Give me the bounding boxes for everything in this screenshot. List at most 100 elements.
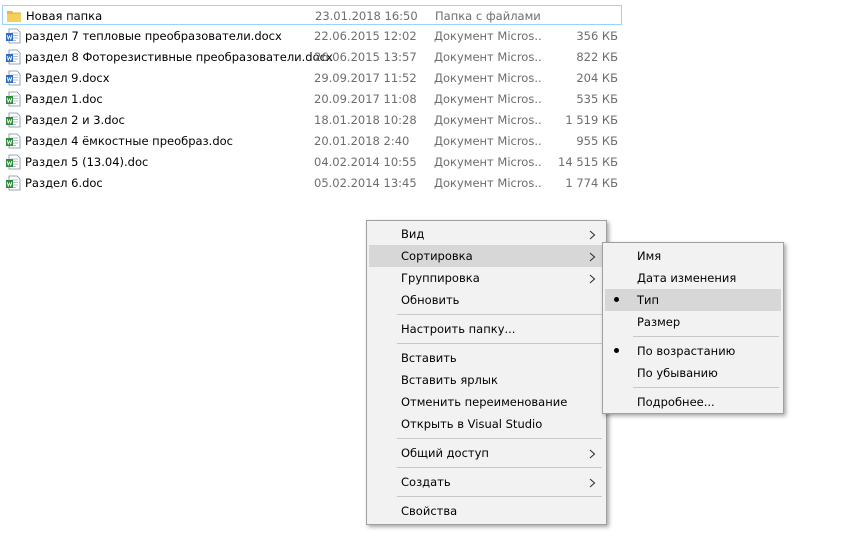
menu-separator (397, 343, 602, 344)
menu-item-label: Подробнее... (637, 395, 715, 409)
menu-item-дата-изменения[interactable]: Дата изменения (605, 267, 781, 289)
word-doc-icon (5, 154, 21, 170)
checked-bullet-icon (614, 348, 619, 353)
file-date: 05.02.2014 13:45 (314, 176, 417, 190)
file-size: 204 КБ (576, 71, 618, 85)
menu-separator (397, 467, 602, 468)
menu-item-label: Вставить (401, 351, 457, 365)
menu-item-обновить[interactable]: Обновить (369, 289, 604, 311)
chevron-right-icon (589, 229, 596, 240)
menu-item-вставить-ярлык[interactable]: Вставить ярлык (369, 369, 604, 391)
file-size: 535 КБ (576, 92, 618, 106)
menu-separator (633, 336, 779, 337)
menu-item-тип[interactable]: Тип (605, 289, 781, 311)
word-doc-icon (5, 133, 21, 149)
menu-item-по-возрастанию[interactable]: По возрастанию (605, 340, 781, 362)
file-row[interactable]: Раздел 9.docx 29.09.2017 11:52 Документ Mi… (2, 68, 622, 88)
file-name: Раздел 2 и 3.doc (25, 113, 125, 127)
context-menu: Вид Сортировка Группировка Обновить Настроит… (366, 220, 607, 525)
file-size: 1 519 КБ (565, 113, 618, 127)
menu-item-группировка[interactable]: Группировка (369, 267, 604, 289)
file-name: Раздел 1.doc (25, 92, 103, 106)
menu-item-настроить-папку[interactable]: Настроить папку... (369, 318, 604, 340)
file-row[interactable]: Раздел 4 ёмкостные преобраз.doc 20.01.201… (2, 131, 622, 151)
menu-item-label: Вставить ярлык (401, 373, 498, 387)
chevron-right-icon (589, 273, 596, 284)
file-row[interactable]: Раздел 6.doc 05.02.2014 13:45 Документ Mic… (2, 173, 622, 193)
file-name: раздел 7 тепловые преобразователи.docx (25, 29, 282, 43)
menu-item-общий-доступ[interactable]: Общий доступ (369, 442, 604, 464)
file-row[interactable]: раздел 7 тепловые преобразователи.docx 22… (2, 26, 622, 46)
menu-item-label: Настроить папку... (401, 322, 516, 336)
file-date: 23.01.2018 16:50 (315, 9, 418, 23)
menu-item-вид[interactable]: Вид (369, 223, 604, 245)
file-name: Раздел 6.doc (25, 176, 103, 190)
menu-item-вставить[interactable]: Вставить (369, 347, 604, 369)
file-type: Документ Micros... (434, 155, 542, 169)
file-row[interactable]: Раздел 1.doc 20.09.2017 11:08 Документ Mic… (2, 89, 622, 109)
word-doc-icon (5, 91, 21, 107)
file-date: 04.02.2014 10:55 (314, 155, 417, 169)
menu-item-отменить-переименование[interactable]: Отменить переименование (369, 391, 604, 413)
menu-item-создать[interactable]: Создать (369, 471, 604, 493)
menu-item-label: Обновить (401, 293, 460, 307)
file-date: 26.06.2015 13:57 (314, 50, 417, 64)
checked-bullet-icon (614, 297, 619, 302)
file-size: 822 КБ (576, 50, 618, 64)
file-size: 1 774 КБ (565, 176, 618, 190)
file-row[interactable]: Раздел 2 и 3.doc 18.01.2018 10:28 Документ… (2, 110, 622, 130)
menu-item-label: По убыванию (637, 366, 718, 380)
file-type: Документ Micros... (434, 71, 542, 85)
file-row[interactable]: Раздел 5 (13.04).doc 04.02.2014 10:55 Доку… (2, 152, 622, 172)
sort-submenu: Имя Дата изменения Тип Размер По возрастанию… (602, 242, 784, 414)
menu-item-label: Дата изменения (637, 271, 737, 285)
file-size: 356 КБ (576, 29, 618, 43)
file-type: Папка с файлами (435, 9, 541, 23)
menu-item-label: Размер (637, 315, 681, 329)
menu-item-размер[interactable]: Размер (605, 311, 781, 333)
file-date: 20.09.2017 11:08 (314, 92, 417, 106)
menu-item-label: Вид (401, 227, 425, 241)
menu-item-открыть-в-visual-studio[interactable]: Открыть в Visual Studio (369, 413, 604, 435)
word-docx-icon (5, 49, 21, 65)
menu-item-label: По возрастанию (637, 344, 736, 358)
file-type: Документ Micros... (434, 134, 542, 148)
file-type: Документ Micros... (434, 50, 542, 64)
word-docx-icon (5, 70, 21, 86)
menu-item-подробнее[interactable]: Подробнее... (605, 391, 781, 413)
file-row[interactable]: Новая папка 23.01.2018 16:50 Папка с файла… (2, 5, 622, 25)
menu-separator (397, 496, 602, 497)
file-type: Документ Micros... (434, 29, 542, 43)
file-type: Документ Micros... (434, 176, 542, 190)
menu-item-label: Группировка (401, 271, 480, 285)
menu-item-свойства[interactable]: Свойства (369, 500, 604, 522)
menu-item-label: Сортировка (401, 249, 473, 263)
menu-item-label: Создать (401, 475, 451, 489)
file-name: Новая папка (26, 9, 103, 23)
menu-separator (397, 438, 602, 439)
file-name: раздел 8 Фоторезистивные преобразователи… (25, 50, 333, 64)
word-docx-icon (5, 28, 21, 44)
file-date: 29.09.2017 11:52 (314, 71, 417, 85)
file-date: 22.06.2015 12:02 (314, 29, 417, 43)
file-name: Раздел 9.docx (25, 71, 110, 85)
file-row[interactable]: раздел 8 Фоторезистивные преобразователи… (2, 47, 622, 67)
menu-item-label: Открыть в Visual Studio (401, 417, 543, 431)
menu-item-по-убыванию[interactable]: По убыванию (605, 362, 781, 384)
menu-item-label: Отменить переименование (401, 395, 568, 409)
menu-item-label: Имя (637, 249, 662, 263)
file-date: 20.01.2018 2:40 (314, 134, 410, 148)
file-size: 955 КБ (576, 134, 618, 148)
file-size: 14 515 КБ (558, 155, 618, 169)
chevron-right-icon (589, 477, 596, 488)
word-doc-icon (5, 175, 21, 191)
folder-icon (6, 8, 22, 24)
menu-separator (633, 387, 779, 388)
file-name: Раздел 5 (13.04).doc (25, 155, 149, 169)
file-type: Документ Micros... (434, 113, 542, 127)
file-date: 18.01.2018 10:28 (314, 113, 417, 127)
menu-item-label: Свойства (401, 504, 458, 518)
file-type: Документ Micros... (434, 92, 542, 106)
menu-item-имя[interactable]: Имя (605, 245, 781, 267)
menu-item-сортировка[interactable]: Сортировка (369, 245, 604, 267)
